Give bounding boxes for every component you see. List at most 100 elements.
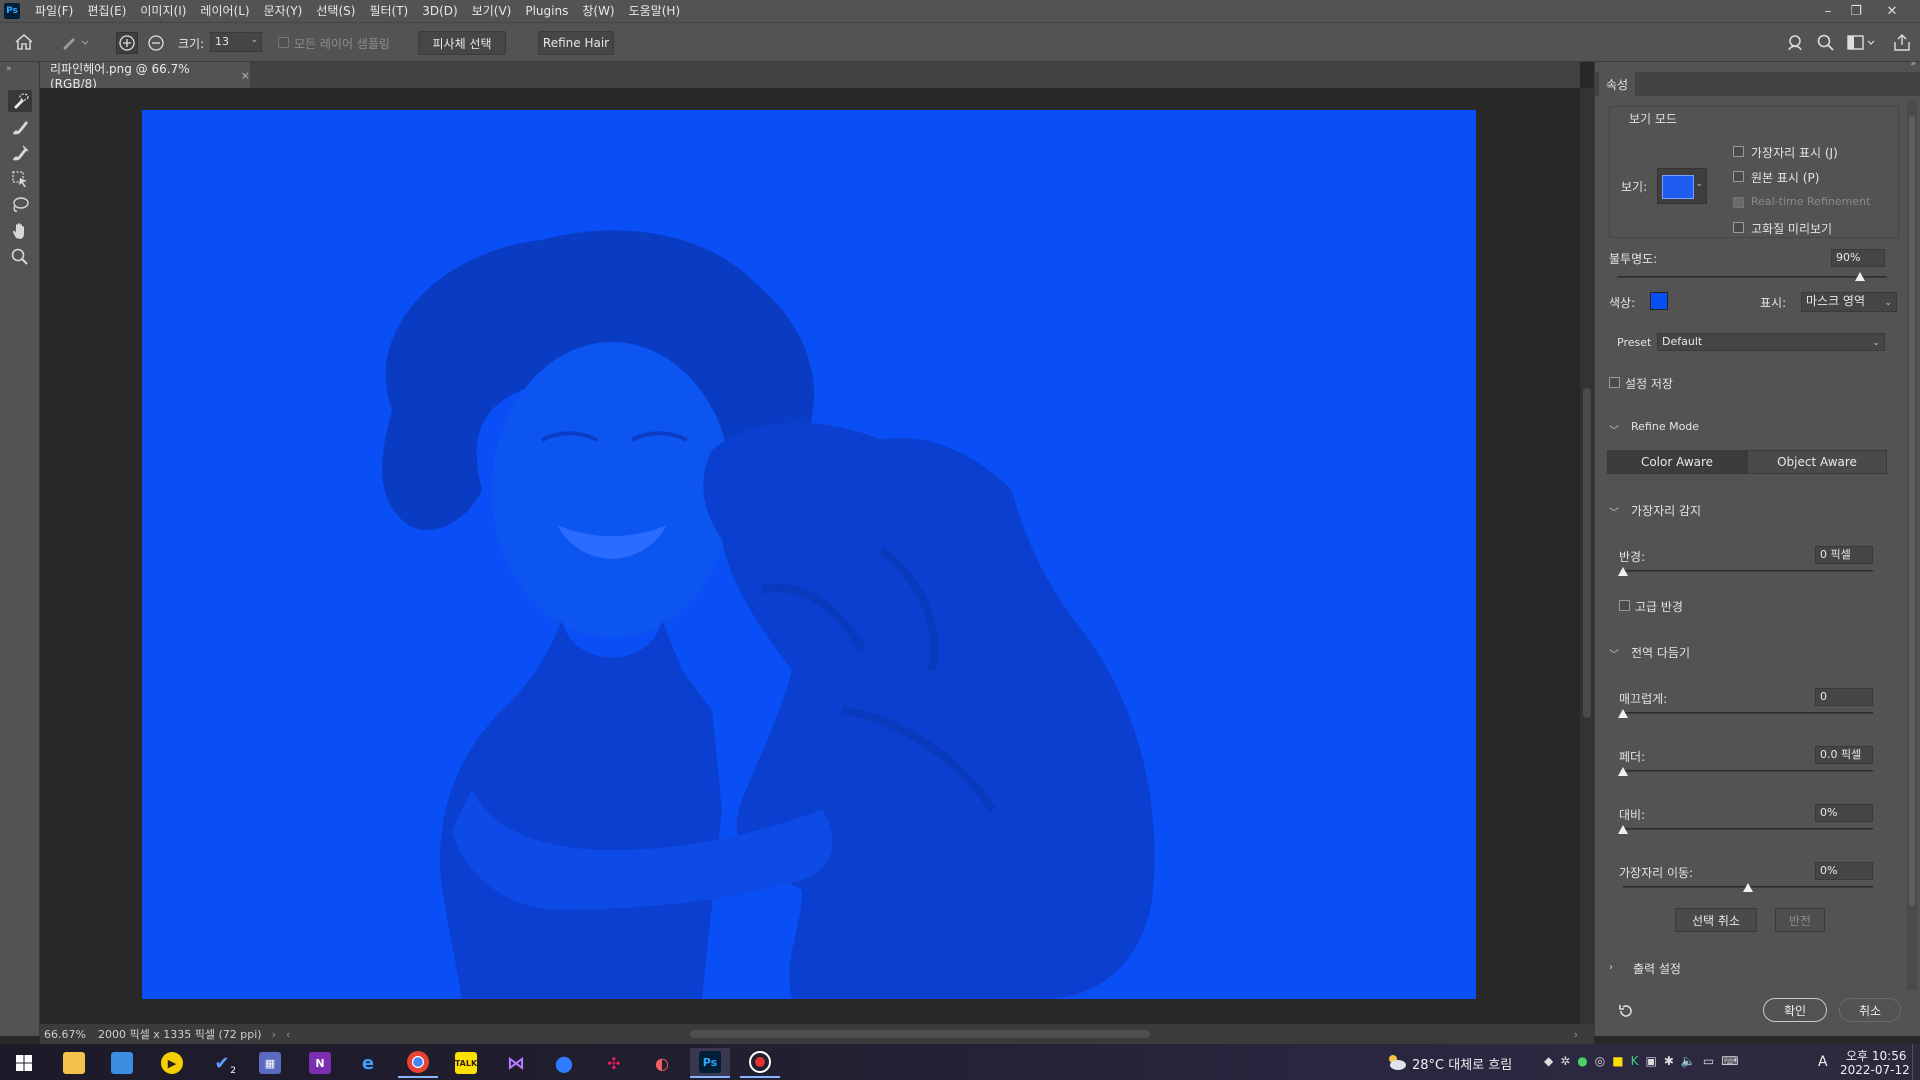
tray-network-app-icon[interactable]: ✲ bbox=[1560, 1054, 1570, 1068]
media-player-icon[interactable]: ▶ bbox=[152, 1048, 192, 1078]
photoshop-taskbar-icon[interactable]: Ps bbox=[690, 1048, 730, 1078]
weather-cloudy-icon[interactable] bbox=[1384, 1052, 1408, 1072]
subtract-from-selection-icon[interactable] bbox=[146, 33, 166, 53]
document-tab[interactable]: 리파인헤어.png @ 66.7% (RGB/8) × bbox=[40, 62, 250, 91]
tray-gpu-icon[interactable]: ▣ bbox=[1645, 1054, 1656, 1068]
reset-icon[interactable] bbox=[1617, 1002, 1635, 1020]
clock-date[interactable]: 2022-07-12 bbox=[1840, 1063, 1910, 1077]
menu-edit[interactable]: 편집(E) bbox=[80, 0, 133, 22]
clock-time[interactable]: 오후 10:56 bbox=[1846, 1047, 1906, 1064]
close-tab-icon[interactable]: × bbox=[241, 69, 250, 82]
opacity-slider-thumb[interactable] bbox=[1855, 272, 1865, 281]
refine-mode-title[interactable]: Refine Mode bbox=[1631, 420, 1699, 433]
preset-dropdown[interactable]: Default ⌄ bbox=[1657, 333, 1885, 351]
contrast-slider-thumb[interactable] bbox=[1618, 825, 1628, 834]
tray-bluetooth-icon[interactable]: ✱ bbox=[1664, 1054, 1674, 1068]
menu-view[interactable]: 보기(V) bbox=[465, 0, 519, 22]
horizontal-scroll-thumb[interactable] bbox=[690, 1030, 1150, 1038]
vertical-scroll-thumb[interactable] bbox=[1583, 388, 1591, 718]
radius-slider-thumb[interactable] bbox=[1618, 567, 1628, 576]
add-to-selection-icon[interactable] bbox=[116, 32, 138, 54]
show-original-checkbox[interactable] bbox=[1733, 171, 1744, 182]
scroll-right-icon[interactable]: › bbox=[1574, 1028, 1578, 1041]
search-icon[interactable] bbox=[1816, 33, 1836, 53]
notes-app-icon[interactable] bbox=[102, 1048, 142, 1078]
refine-hair-button[interactable]: Refine Hair bbox=[538, 31, 614, 55]
kakaotalk-icon[interactable]: TALK bbox=[446, 1048, 486, 1078]
feather-slider-thumb[interactable] bbox=[1618, 767, 1628, 776]
close-icon[interactable]: ✕ bbox=[1878, 0, 1906, 22]
tray-app-icon[interactable]: ◆ bbox=[1544, 1054, 1553, 1068]
cancel-button[interactable]: 취소 bbox=[1839, 998, 1901, 1022]
clear-selection-button[interactable]: 선택 취소 bbox=[1675, 908, 1757, 932]
export-icon[interactable] bbox=[1892, 33, 1912, 53]
output-settings-title[interactable]: 출력 설정 bbox=[1633, 960, 1681, 977]
tray-kakao-icon[interactable]: ■ bbox=[1612, 1054, 1623, 1068]
chevron-right-icon[interactable]: › bbox=[1609, 962, 1613, 973]
high-quality-preview-checkbox[interactable] bbox=[1733, 222, 1744, 233]
size-input[interactable]: 13 ⌄ bbox=[210, 32, 262, 52]
ok-button[interactable]: 확인 bbox=[1763, 998, 1827, 1022]
chevron-down-icon[interactable]: ﹀ bbox=[1609, 422, 1619, 437]
share-user-icon[interactable] bbox=[1786, 33, 1806, 53]
smooth-slider-track[interactable] bbox=[1623, 712, 1873, 714]
edge-browser-icon[interactable]: e bbox=[348, 1048, 388, 1078]
hand-tool-icon[interactable] bbox=[8, 220, 32, 242]
color-aware-button[interactable]: Color Aware bbox=[1607, 450, 1747, 474]
chevron-right-icon[interactable]: › bbox=[272, 1028, 276, 1041]
smooth-slider-thumb[interactable] bbox=[1618, 709, 1628, 718]
menu-window[interactable]: 창(W) bbox=[575, 0, 621, 22]
save-settings-checkbox[interactable] bbox=[1609, 377, 1620, 388]
document-image[interactable] bbox=[142, 110, 1476, 999]
zoom-level[interactable]: 66.67% bbox=[44, 1028, 90, 1041]
menu-type[interactable]: 문자(Y) bbox=[257, 0, 310, 22]
workspace-icon[interactable] bbox=[1846, 33, 1878, 53]
smart-radius-checkbox[interactable] bbox=[1619, 600, 1630, 611]
panel-scroll-thumb[interactable] bbox=[1909, 116, 1915, 906]
brush-preset-icon[interactable] bbox=[60, 33, 90, 51]
tray-sync-icon[interactable]: ◎ bbox=[1595, 1054, 1605, 1068]
menu-help[interactable]: 도움말(H) bbox=[622, 0, 688, 22]
screen-recorder-icon[interactable] bbox=[740, 1048, 780, 1078]
shift-edge-slider-thumb[interactable] bbox=[1743, 883, 1753, 892]
select-subject-button[interactable]: 피사체 선택 bbox=[418, 31, 506, 55]
display-dropdown[interactable]: 마스크 영역 ⌄ bbox=[1801, 292, 1897, 312]
chevron-down-icon[interactable]: ﹀ bbox=[1609, 646, 1619, 661]
show-edge-checkbox[interactable] bbox=[1733, 146, 1744, 157]
radius-input[interactable]: 0 픽셀 bbox=[1815, 546, 1873, 564]
ime-indicator[interactable]: A bbox=[1818, 1054, 1828, 1070]
contrast-slider-track[interactable] bbox=[1623, 828, 1873, 830]
menu-layer[interactable]: 레이어(L) bbox=[193, 0, 256, 22]
slack-icon[interactable]: ✣ bbox=[594, 1048, 634, 1078]
calculator-icon[interactable]: ▦ bbox=[250, 1048, 290, 1078]
opacity-input[interactable]: 90% bbox=[1831, 249, 1885, 267]
object-aware-button[interactable]: Object Aware bbox=[1747, 450, 1887, 474]
lasso-tool-icon[interactable] bbox=[8, 194, 32, 216]
home-icon[interactable] bbox=[14, 33, 34, 51]
chrome-browser-icon[interactable] bbox=[398, 1048, 438, 1078]
brush-tool-icon[interactable] bbox=[8, 142, 32, 164]
mask-color-swatch[interactable] bbox=[1650, 292, 1668, 310]
whale-browser-icon[interactable]: ◐ bbox=[642, 1048, 682, 1078]
global-refinements-title[interactable]: 전역 다듬기 bbox=[1631, 644, 1690, 661]
canvas-area[interactable] bbox=[40, 88, 1580, 1024]
tray-status-icon[interactable]: ● bbox=[1577, 1054, 1587, 1068]
maps-icon[interactable]: ⬤ bbox=[544, 1048, 584, 1078]
feather-slider-track[interactable] bbox=[1623, 770, 1873, 772]
refine-edge-brush-icon[interactable] bbox=[8, 116, 32, 138]
menu-select[interactable]: 선택(S) bbox=[309, 0, 362, 22]
vertical-scrollbar[interactable] bbox=[1580, 88, 1594, 1024]
radius-slider-track[interactable] bbox=[1623, 570, 1873, 572]
chevron-down-icon[interactable]: ⌄ bbox=[250, 35, 258, 45]
opacity-slider-track[interactable] bbox=[1617, 276, 1887, 278]
menu-3d[interactable]: 3D(D) bbox=[415, 0, 464, 22]
menu-image[interactable]: 이미지(I) bbox=[133, 0, 193, 22]
windows-start-icon[interactable] bbox=[4, 1048, 44, 1078]
edge-detection-title[interactable]: 가장자리 감지 bbox=[1631, 502, 1701, 519]
collapse-panel-icon[interactable]: » bbox=[1910, 59, 1916, 69]
visual-studio-icon[interactable]: ⋈ bbox=[496, 1048, 536, 1078]
menu-plugins[interactable]: Plugins bbox=[518, 0, 575, 22]
expand-icon[interactable]: » bbox=[6, 64, 12, 74]
sample-all-layers-checkbox[interactable] bbox=[278, 37, 289, 48]
smooth-input[interactable]: 0 bbox=[1815, 688, 1873, 706]
